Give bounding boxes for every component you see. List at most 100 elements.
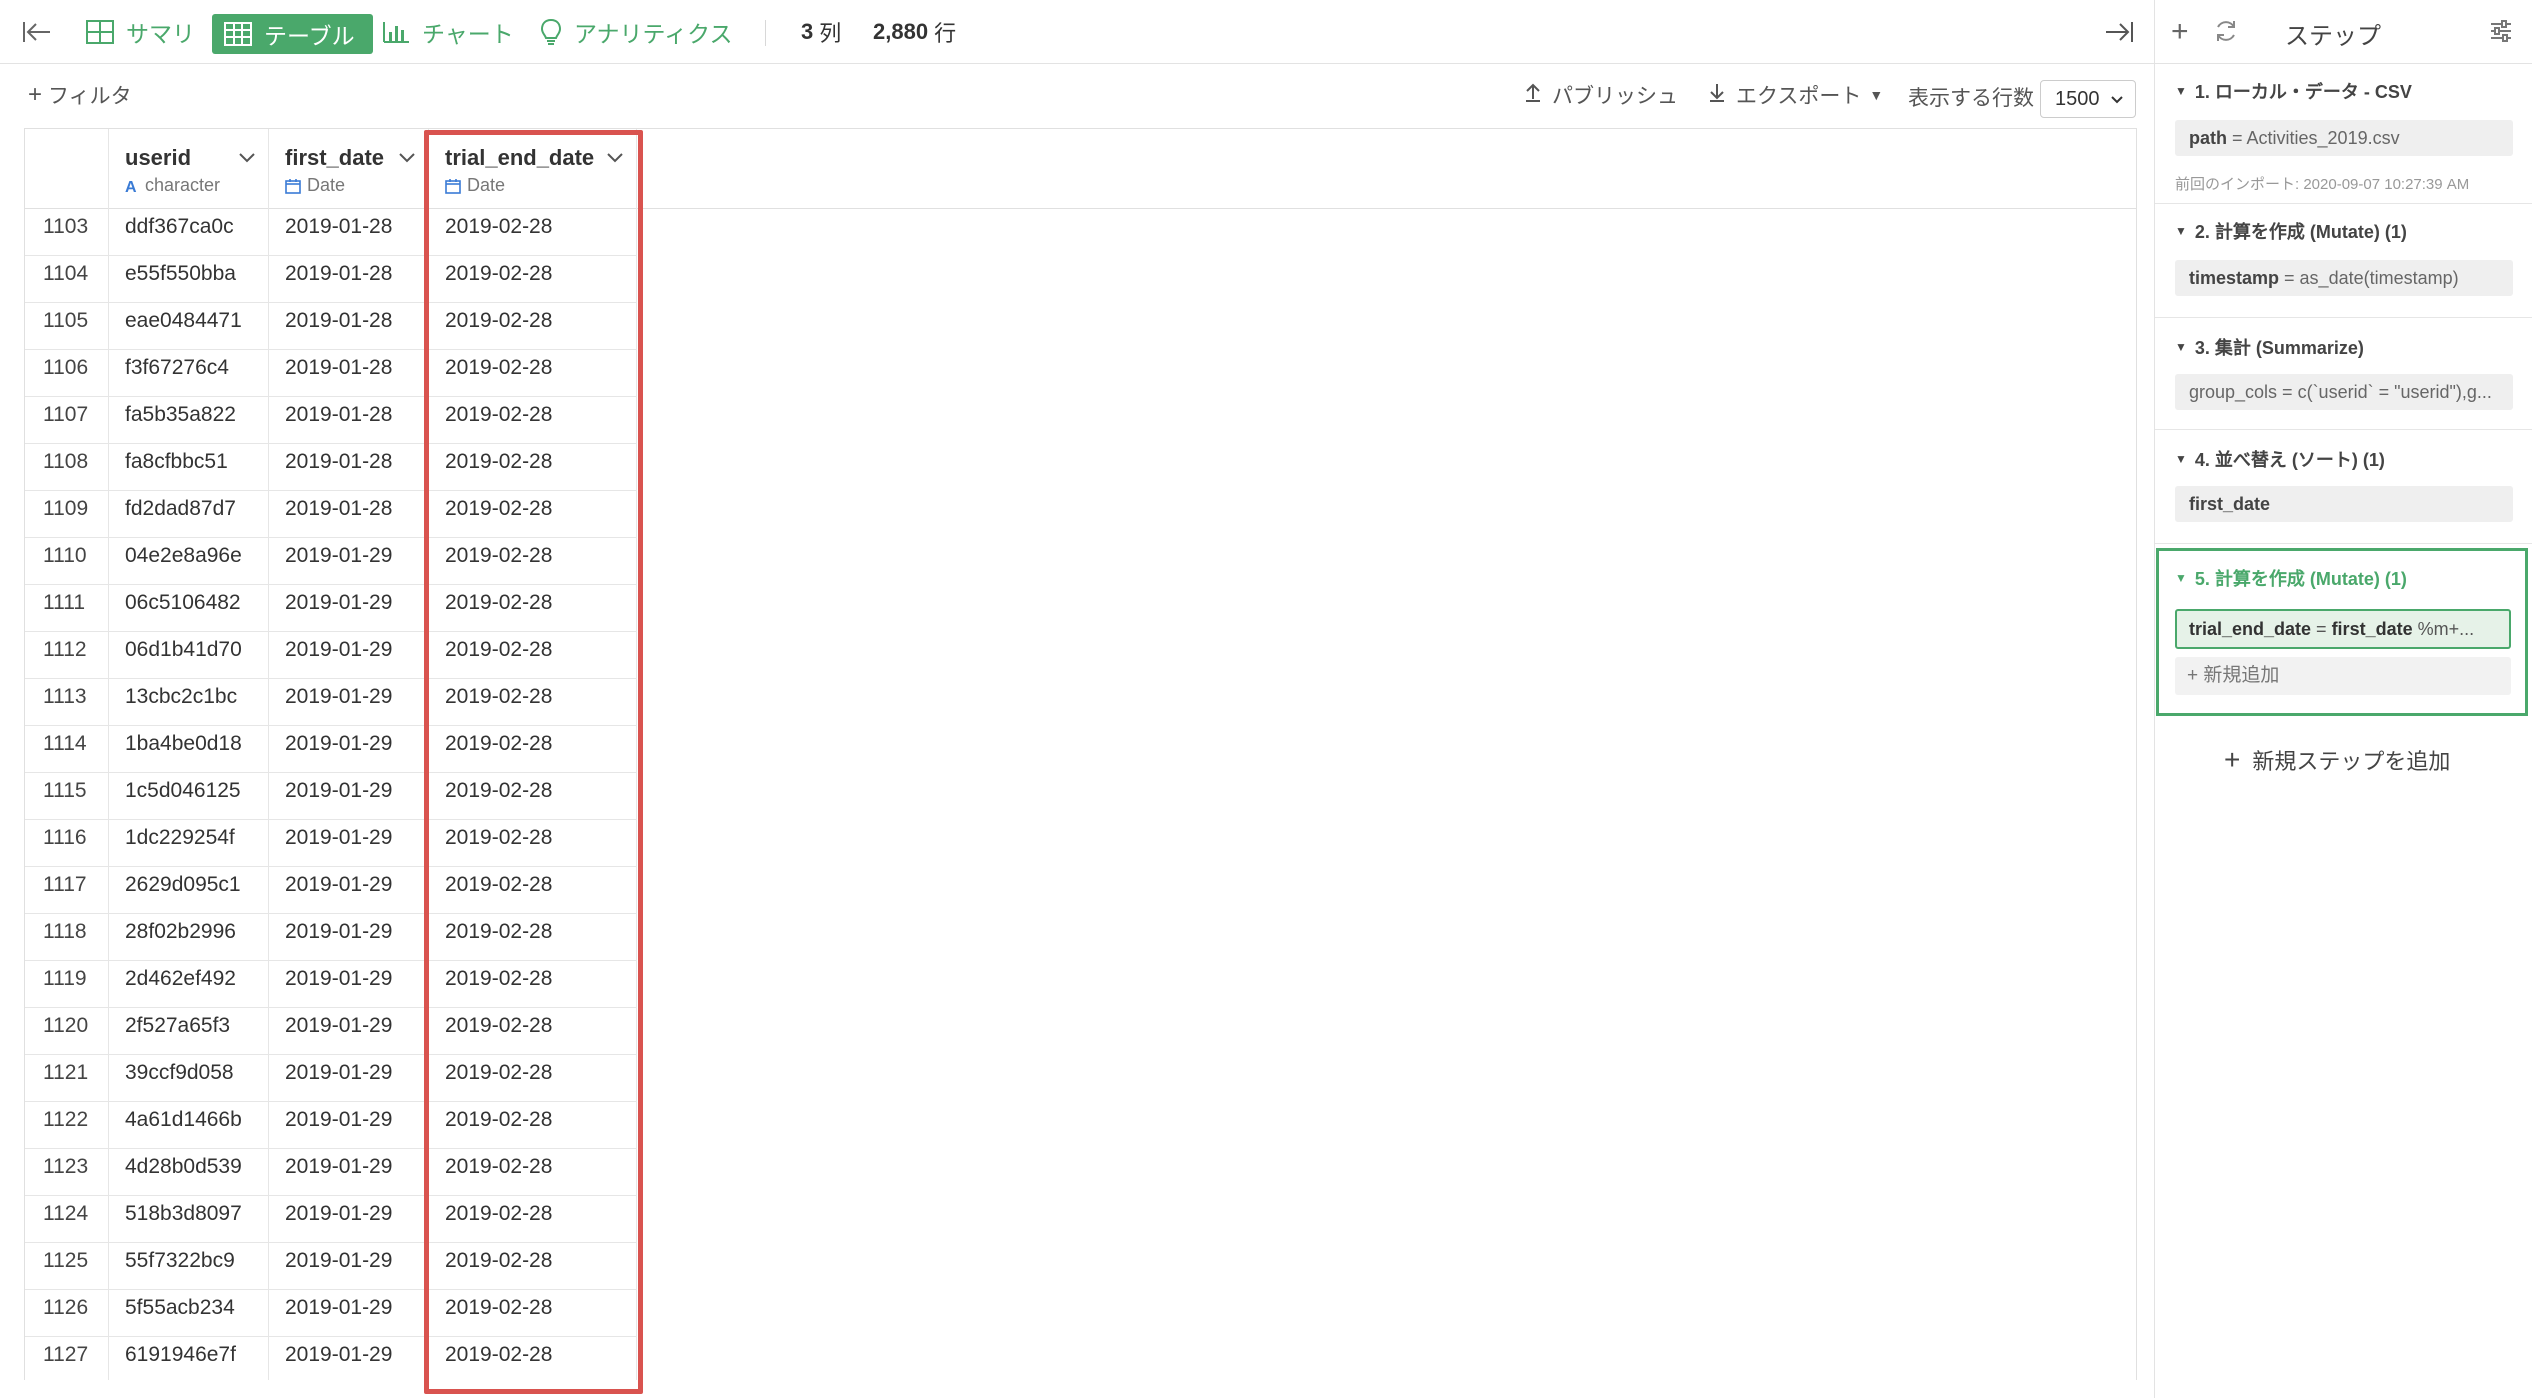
- trial-end-date-cell[interactable]: 2019-02-28: [429, 1008, 637, 1055]
- first-date-cell[interactable]: 2019-01-29: [269, 820, 429, 867]
- row-index-cell[interactable]: 1121: [25, 1055, 109, 1102]
- trial-end-date-cell[interactable]: 2019-02-28: [429, 585, 637, 632]
- step-2[interactable]: ▼ 2. 計算を作成 (Mutate) (1) timestamp = as_da…: [2155, 204, 2532, 318]
- step-3[interactable]: ▼ 3. 集計 (Summarize) group_cols = c(`useri…: [2155, 318, 2532, 430]
- trial-end-date-cell[interactable]: 2019-02-28: [429, 397, 637, 444]
- userid-cell[interactable]: 04e2e8a96e: [109, 538, 269, 585]
- row-index-cell[interactable]: 1107: [25, 397, 109, 444]
- row-index-cell[interactable]: 1112: [25, 632, 109, 679]
- sliders-icon[interactable]: [2489, 20, 2513, 47]
- step-title[interactable]: ▼ 4. 並べ替え (ソート) (1): [2175, 446, 2385, 472]
- step-parameter[interactable]: timestamp = as_date(timestamp): [2175, 260, 2513, 296]
- step-title[interactable]: ▼ 3. 集計 (Summarize): [2175, 334, 2364, 360]
- first-date-cell[interactable]: 2019-01-29: [269, 1337, 429, 1380]
- userid-cell[interactable]: 4d28b0d539: [109, 1149, 269, 1196]
- column-header-first-date[interactable]: first_date Date: [269, 129, 429, 209]
- trial-end-date-cell[interactable]: 2019-02-28: [429, 1290, 637, 1337]
- step-1[interactable]: ▼ 1. ローカル・データ - CSV path = Activities_201…: [2155, 64, 2532, 204]
- trial-end-date-cell[interactable]: 2019-02-28: [429, 491, 637, 538]
- first-date-cell[interactable]: 2019-01-28: [269, 209, 429, 256]
- userid-cell[interactable]: 55f7322bc9: [109, 1243, 269, 1290]
- userid-cell[interactable]: fa5b35a822: [109, 397, 269, 444]
- row-index-cell[interactable]: 1113: [25, 679, 109, 726]
- trial-end-date-cell[interactable]: 2019-02-28: [429, 256, 637, 303]
- row-index-cell[interactable]: 1126: [25, 1290, 109, 1337]
- row-index-cell[interactable]: 1123: [25, 1149, 109, 1196]
- collapse-right-icon[interactable]: [2104, 0, 2134, 64]
- first-date-cell[interactable]: 2019-01-28: [269, 444, 429, 491]
- trial-end-date-cell[interactable]: 2019-02-28: [429, 1102, 637, 1149]
- first-date-cell[interactable]: 2019-01-29: [269, 1196, 429, 1243]
- trial-end-date-cell[interactable]: 2019-02-28: [429, 632, 637, 679]
- row-index-cell[interactable]: 1111: [25, 585, 109, 632]
- userid-cell[interactable]: f3f67276c4: [109, 350, 269, 397]
- trial-end-date-cell[interactable]: 2019-02-28: [429, 679, 637, 726]
- userid-cell[interactable]: ddf367ca0c: [109, 209, 269, 256]
- column-header-userid[interactable]: userid A character: [109, 129, 269, 209]
- tab-chart[interactable]: チャート: [382, 0, 514, 64]
- add-icon[interactable]: +: [2171, 17, 2189, 47]
- first-date-cell[interactable]: 2019-01-29: [269, 538, 429, 585]
- trial-end-date-cell[interactable]: 2019-02-28: [429, 820, 637, 867]
- first-date-cell[interactable]: 2019-01-29: [269, 961, 429, 1008]
- trial-end-date-cell[interactable]: 2019-02-28: [429, 1196, 637, 1243]
- userid-cell[interactable]: 06d1b41d70: [109, 632, 269, 679]
- row-index-cell[interactable]: 1104: [25, 256, 109, 303]
- collapse-left-icon[interactable]: [22, 0, 52, 64]
- first-date-cell[interactable]: 2019-01-29: [269, 867, 429, 914]
- tab-table[interactable]: テーブル: [212, 14, 373, 54]
- trial-end-date-cell[interactable]: 2019-02-28: [429, 538, 637, 585]
- row-index-cell[interactable]: 1114: [25, 726, 109, 773]
- userid-cell[interactable]: fd2dad87d7: [109, 491, 269, 538]
- first-date-cell[interactable]: 2019-01-29: [269, 632, 429, 679]
- userid-cell[interactable]: 4a61d1466b: [109, 1102, 269, 1149]
- userid-cell[interactable]: 1c5d046125: [109, 773, 269, 820]
- row-index-cell[interactable]: 1124: [25, 1196, 109, 1243]
- userid-cell[interactable]: 1ba4be0d18: [109, 726, 269, 773]
- step-4[interactable]: ▼ 4. 並べ替え (ソート) (1) first_date: [2155, 430, 2532, 544]
- tab-summary[interactable]: サマリ: [86, 0, 195, 64]
- trial-end-date-cell[interactable]: 2019-02-28: [429, 1243, 637, 1290]
- userid-cell[interactable]: 06c5106482: [109, 585, 269, 632]
- step-title[interactable]: ▼ 5. 計算を作成 (Mutate) (1): [2175, 565, 2407, 591]
- userid-cell[interactable]: 39ccf9d058: [109, 1055, 269, 1102]
- userid-cell[interactable]: eae0484471: [109, 303, 269, 350]
- trial-end-date-cell[interactable]: 2019-02-28: [429, 1055, 637, 1102]
- first-date-cell[interactable]: 2019-01-29: [269, 1243, 429, 1290]
- row-index-cell[interactable]: 1106: [25, 350, 109, 397]
- column-menu-chevron-icon[interactable]: [606, 151, 624, 170]
- row-index-cell[interactable]: 1122: [25, 1102, 109, 1149]
- userid-cell[interactable]: 5f55acb234: [109, 1290, 269, 1337]
- row-index-cell[interactable]: 1118: [25, 914, 109, 961]
- row-index-cell[interactable]: 1116: [25, 820, 109, 867]
- row-index-cell[interactable]: 1108: [25, 444, 109, 491]
- first-date-cell[interactable]: 2019-01-29: [269, 773, 429, 820]
- trial-end-date-cell[interactable]: 2019-02-28: [429, 867, 637, 914]
- first-date-cell[interactable]: 2019-01-28: [269, 350, 429, 397]
- trial-end-date-cell[interactable]: 2019-02-28: [429, 726, 637, 773]
- trial-end-date-cell[interactable]: 2019-02-28: [429, 914, 637, 961]
- row-index-cell[interactable]: 1110: [25, 538, 109, 585]
- trial-end-date-cell[interactable]: 2019-02-28: [429, 773, 637, 820]
- column-menu-chevron-icon[interactable]: [398, 151, 416, 170]
- first-date-cell[interactable]: 2019-01-28: [269, 397, 429, 444]
- step-title[interactable]: ▼ 1. ローカル・データ - CSV: [2175, 78, 2412, 104]
- first-date-cell[interactable]: 2019-01-29: [269, 726, 429, 773]
- export-button[interactable]: エクスポート ▼: [1708, 80, 1883, 110]
- userid-cell[interactable]: 13cbc2c1bc: [109, 679, 269, 726]
- row-index-cell[interactable]: 1105: [25, 303, 109, 350]
- row-index-cell[interactable]: 1119: [25, 961, 109, 1008]
- rows-to-show-select[interactable]: 1500: [2040, 80, 2136, 118]
- row-index-cell[interactable]: 1120: [25, 1008, 109, 1055]
- trial-end-date-cell[interactable]: 2019-02-28: [429, 961, 637, 1008]
- add-new-parameter-button[interactable]: + 新規追加: [2175, 657, 2511, 695]
- step-parameter[interactable]: path = Activities_2019.csv: [2175, 120, 2513, 156]
- add-filter-button[interactable]: + フィルタ: [28, 80, 132, 110]
- userid-cell[interactable]: 28f02b2996: [109, 914, 269, 961]
- refresh-icon[interactable]: [2213, 18, 2239, 49]
- first-date-cell[interactable]: 2019-01-29: [269, 1102, 429, 1149]
- trial-end-date-cell[interactable]: 2019-02-28: [429, 444, 637, 491]
- publish-button[interactable]: パブリッシュ: [1524, 80, 1678, 110]
- row-index-cell[interactable]: 1109: [25, 491, 109, 538]
- userid-cell[interactable]: 2629d095c1: [109, 867, 269, 914]
